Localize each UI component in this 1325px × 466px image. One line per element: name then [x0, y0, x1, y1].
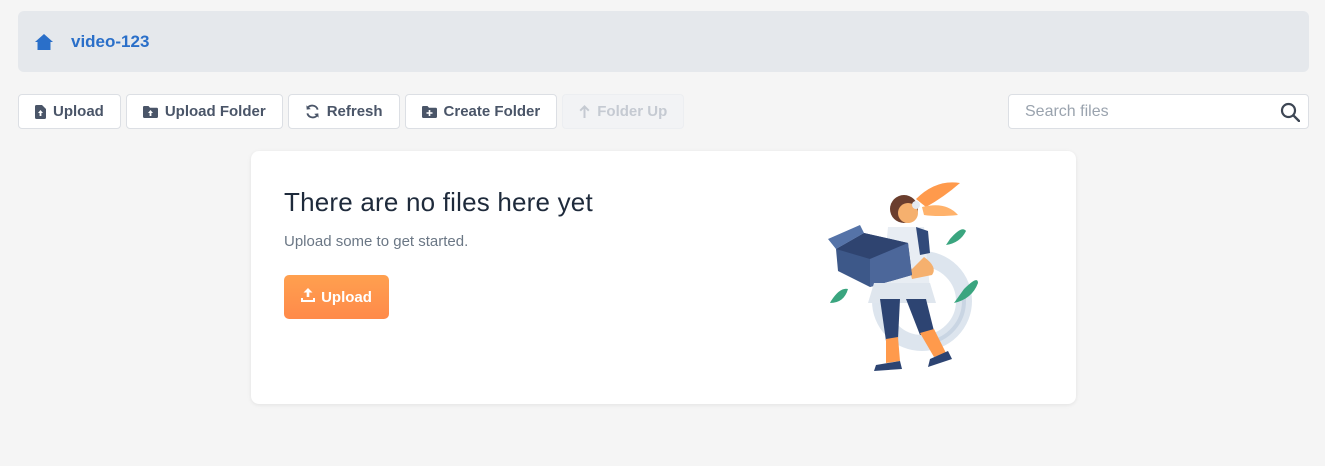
search-box	[1008, 94, 1309, 129]
refresh-button-label: Refresh	[326, 103, 383, 120]
refresh-icon	[305, 104, 320, 119]
upload-button-label: Upload	[53, 103, 104, 120]
upload-folder-button[interactable]: Upload Folder	[125, 94, 283, 129]
file-upload-icon	[35, 104, 46, 119]
empty-state-subtitle: Upload some to get started.	[284, 233, 469, 250]
empty-state-upload-label: Upload	[321, 288, 372, 306]
upload-folder-button-label: Upload Folder	[164, 103, 266, 120]
upload-icon	[301, 288, 316, 306]
folder-upload-icon	[142, 105, 158, 118]
upload-button[interactable]: Upload	[18, 94, 121, 129]
toolbar: Upload Upload Folder Refresh Create Fold…	[18, 94, 685, 129]
home-icon[interactable]	[33, 31, 55, 53]
empty-state-title: There are no files here yet	[284, 187, 593, 217]
refresh-button[interactable]: Refresh	[287, 94, 400, 129]
search-input[interactable]	[1009, 95, 1272, 128]
create-folder-button-label: Create Folder	[443, 103, 541, 120]
folder-up-button[interactable]: Folder Up	[562, 94, 685, 129]
search-icon[interactable]	[1272, 102, 1308, 122]
arrow-up-icon	[579, 105, 590, 118]
create-folder-button[interactable]: Create Folder	[404, 94, 558, 129]
empty-state-upload-button[interactable]: Upload	[284, 275, 389, 319]
folder-plus-icon	[421, 105, 437, 118]
person-carrying-box-illustration	[828, 182, 978, 371]
folder-up-button-label: Folder Up	[597, 103, 668, 120]
empty-state-card: There are no files here yet Upload some …	[251, 151, 1076, 404]
breadcrumb-current[interactable]: video-123	[71, 32, 149, 52]
breadcrumb: video-123	[18, 11, 1309, 72]
